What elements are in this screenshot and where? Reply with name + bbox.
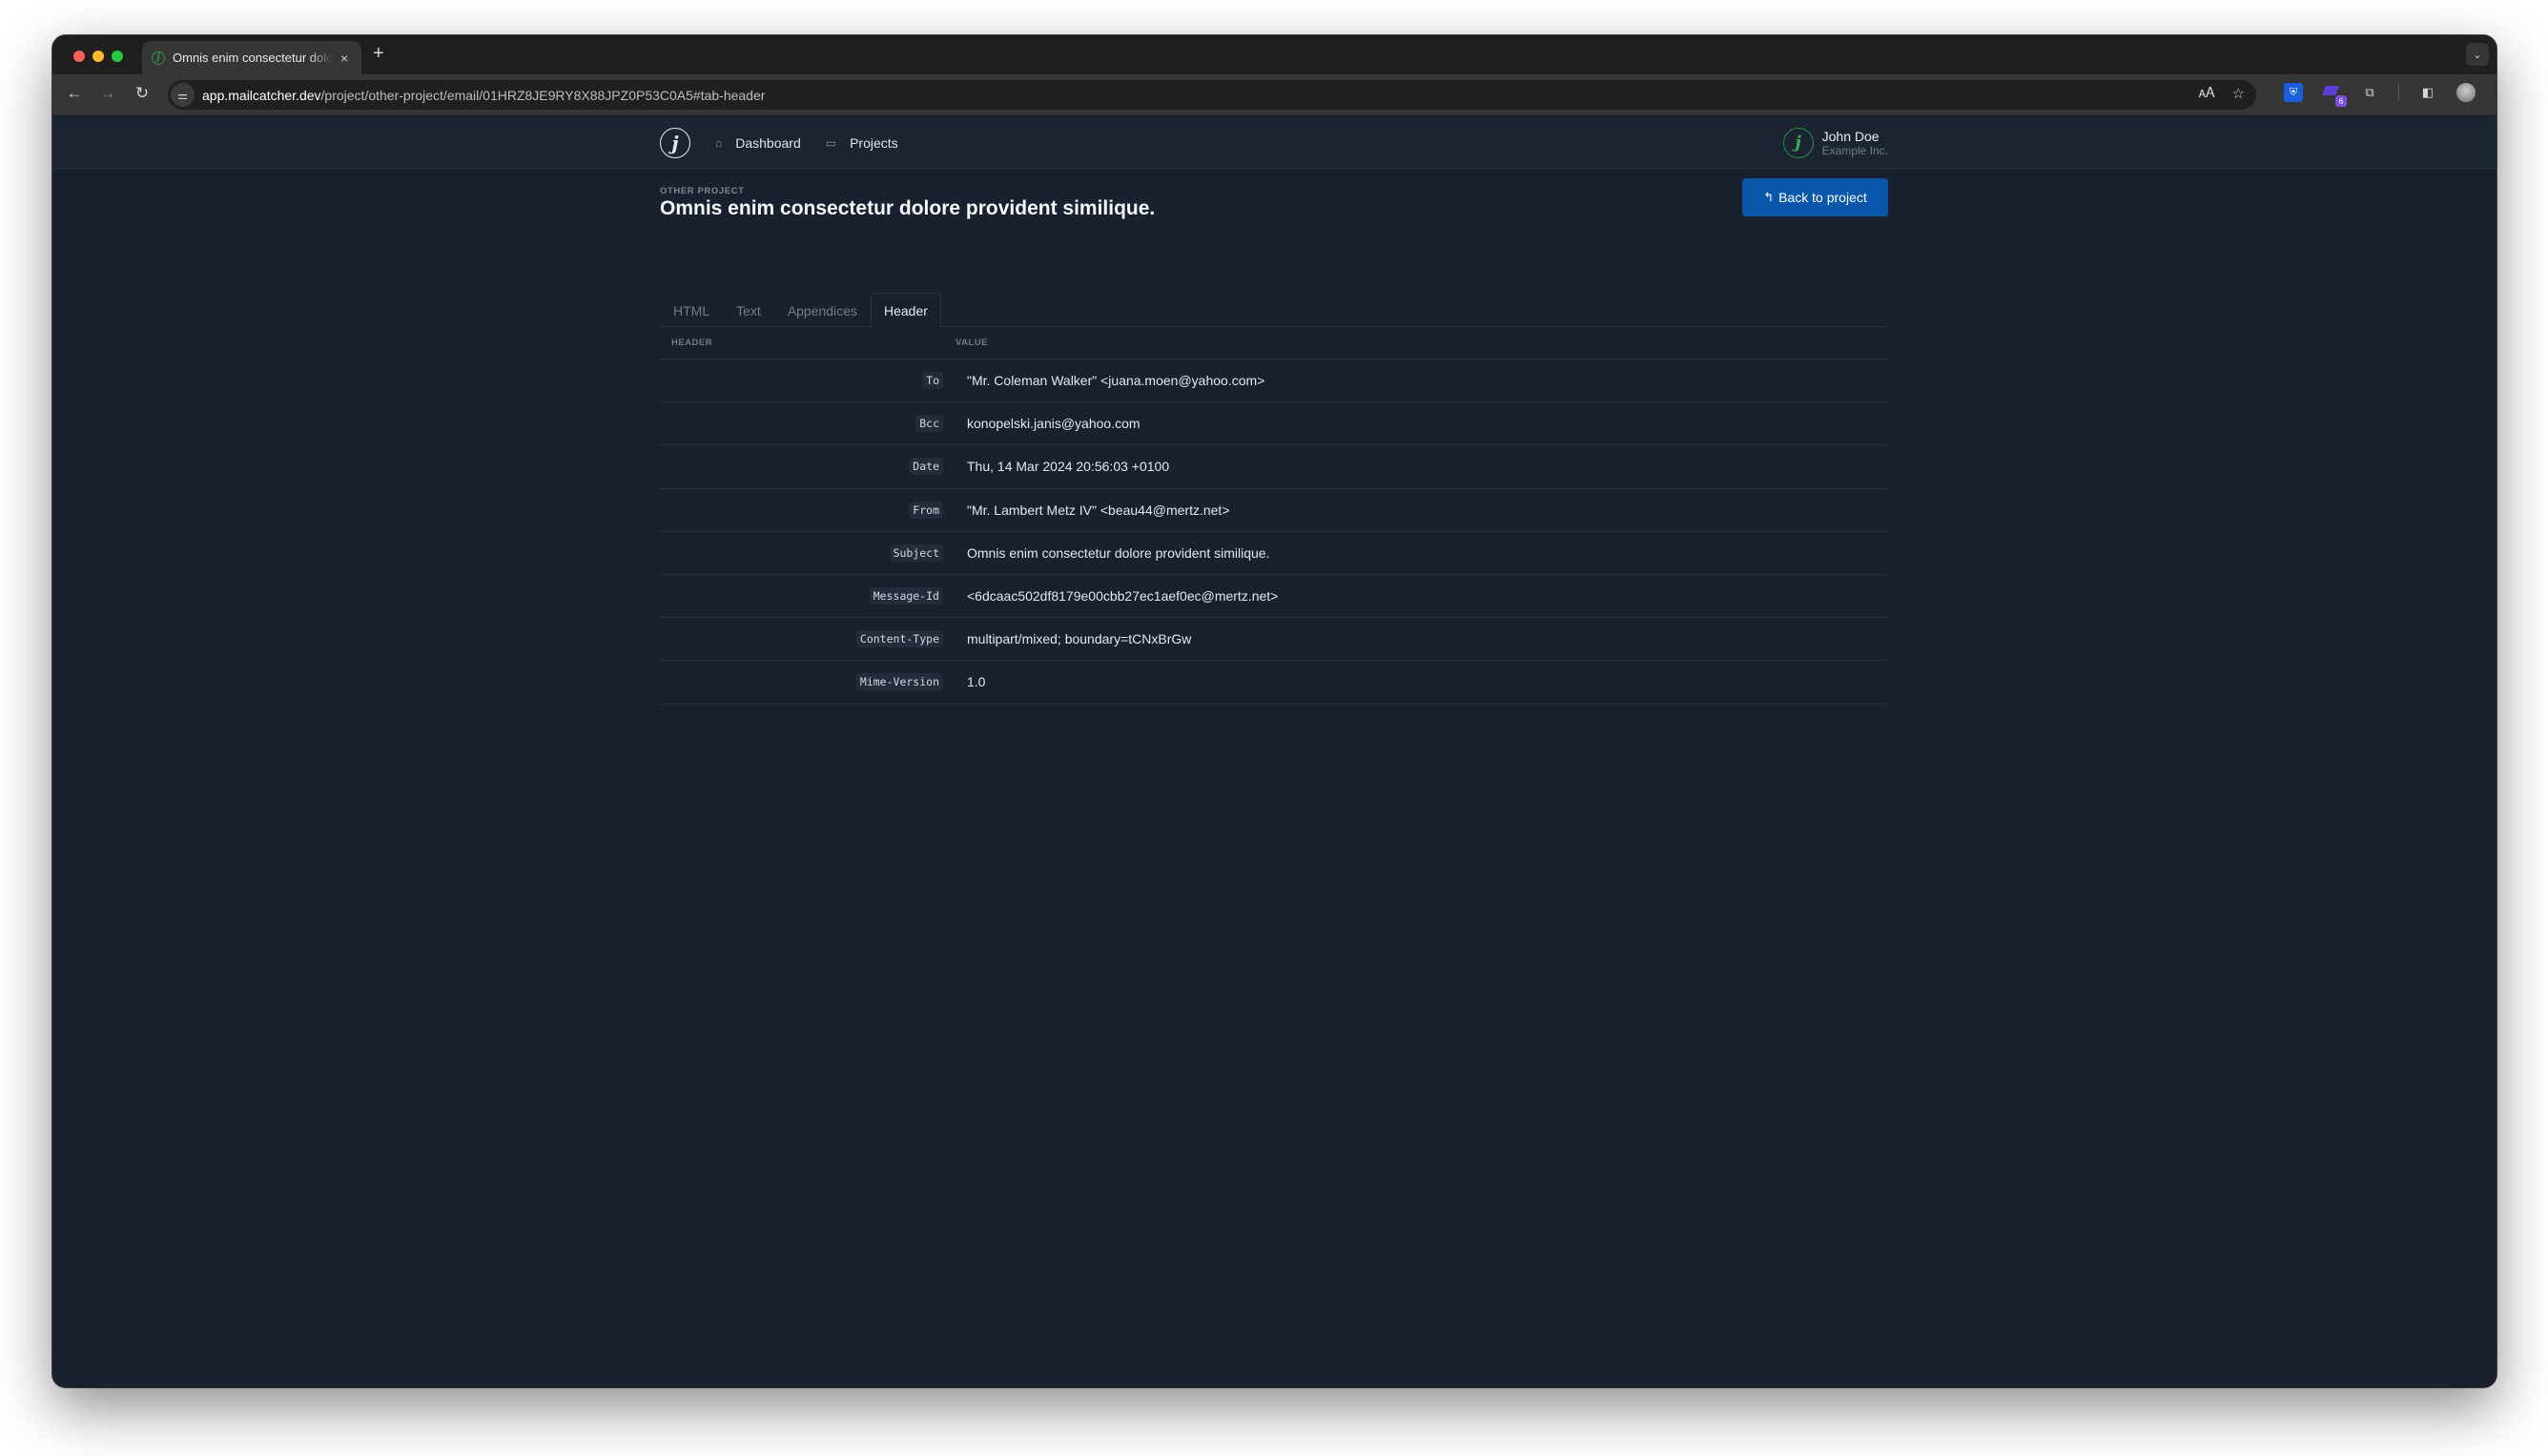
header-key: Date	[909, 458, 943, 476]
header-value: 1.0	[967, 674, 986, 690]
toolbar-separator	[2398, 84, 2399, 101]
email-tabs: HTML Text Appendices Header	[660, 293, 1888, 327]
column-header-value: VALUE	[956, 338, 988, 348]
table-row: Subject Omnis enim consectetur dolore pr…	[660, 532, 1888, 575]
header-key: Subject	[889, 543, 943, 562]
header-key: Message-Id	[869, 587, 943, 605]
header-key: Mime-Version	[855, 673, 943, 691]
header-key: From	[909, 501, 943, 519]
page-title: Omnis enim consectetur dolore provident …	[660, 197, 1156, 219]
header-value: "Mr. Coleman Walker" <juana.moen@yahoo.c…	[967, 373, 1265, 389]
user-avatar-icon: j	[1782, 127, 1814, 158]
purple-extension-icon[interactable]: 6	[2322, 83, 2347, 107]
back-arrow-icon[interactable]: ←	[64, 84, 85, 103]
bookmark-star-icon[interactable]: ☆	[2232, 85, 2245, 102]
side-panel-icon[interactable]: ◧	[2418, 83, 2437, 102]
header-value: "Mr. Lambert Metz IV" <beau44@mertz.net>	[967, 502, 1230, 518]
window-close-button[interactable]	[73, 51, 85, 62]
extension-badge: 6	[2335, 95, 2347, 107]
project-eyebrow: OTHER PROJECT	[660, 186, 745, 196]
user-menu[interactable]: j John Doe Example Inc.	[1782, 127, 1888, 158]
favicon-icon: j	[152, 51, 165, 65]
header-key: To	[922, 372, 943, 390]
window-minimize-button[interactable]	[92, 51, 104, 62]
table-header-row: HEADER VALUE	[660, 327, 1888, 359]
headers-table: HEADER VALUE To "Mr. Coleman Walker" <ju…	[660, 327, 1888, 705]
page-header: OTHER PROJECT Omnis enim consectetur dol…	[660, 178, 1888, 234]
table-row: Bcc konopelski.janis@yahoo.com	[660, 402, 1888, 446]
user-org: Example Inc.	[1821, 143, 1888, 157]
header-value: <6dcaac502df8179e00cbb27ec1aef0ec@mertz.…	[967, 588, 1279, 605]
header-key: Bcc	[915, 415, 943, 433]
tab-html[interactable]: HTML	[660, 293, 723, 327]
browser-titlebar: j Omnis enim consectetur dolore providen…	[52, 35, 2497, 74]
close-tab-icon[interactable]: ×	[340, 51, 348, 66]
table-row: Date Thu, 14 Mar 2024 20:56:03 +0100	[660, 445, 1888, 489]
user-name: John Doe	[1821, 128, 1880, 144]
tab-text[interactable]: Text	[723, 293, 774, 327]
app-logo-icon[interactable]: j	[660, 127, 690, 158]
return-arrow-icon: ↰	[1763, 190, 1775, 204]
browser-tab-title: Omnis enim consectetur dolore provident …	[173, 51, 333, 65]
bitwarden-extension-icon[interactable]: ⛨	[2284, 83, 2303, 102]
nav-projects[interactable]: ▭ Projects	[826, 135, 898, 151]
back-to-project-label: Back to project	[1778, 190, 1867, 205]
folder-icon: ▭	[825, 135, 837, 150]
browser-toolbar: ← → ↻ ⚌ app.mailcatcher.dev/project/othe…	[52, 74, 2497, 115]
nav-dashboard[interactable]: ⌂ Dashboard	[715, 135, 801, 151]
nav-dashboard-label: Dashboard	[735, 134, 801, 151]
header-key: Content-Type	[855, 630, 943, 648]
header-value: multipart/mixed; boundary=tCNxBrGw	[967, 631, 1192, 647]
tab-header[interactable]: Header	[870, 293, 941, 327]
new-tab-button[interactable]: +	[373, 43, 384, 65]
table-row: From "Mr. Lambert Metz IV" <beau44@mertz…	[660, 489, 1888, 532]
app-viewport: j ⌂ Dashboard ▭ Projects j John Doe Exam…	[52, 116, 2497, 1387]
url-text[interactable]: app.mailcatcher.dev/project/other-projec…	[202, 88, 765, 103]
column-header-header: HEADER	[671, 338, 713, 348]
browser-window: j Omnis enim consectetur dolore providen…	[52, 35, 2497, 1387]
url-host: app.mailcatcher.dev	[202, 87, 321, 103]
url-path: /project/other-project/email/01HRZ8JE9RY…	[320, 87, 766, 103]
browser-tab[interactable]: j Omnis enim consectetur dolore providen…	[142, 41, 361, 74]
table-row: Message-Id <6dcaac502df8179e00cbb27ec1ae…	[660, 575, 1888, 619]
tab-appendices[interactable]: Appendices	[774, 293, 871, 327]
window-maximize-button[interactable]	[112, 51, 123, 62]
extensions-puzzle-icon[interactable]: ⧉	[2360, 83, 2379, 102]
table-row: Content-Type multipart/mixed; boundary=t…	[660, 618, 1888, 662]
translate-icon[interactable]: 🗚	[2199, 85, 2215, 102]
profile-avatar-icon[interactable]	[2456, 83, 2476, 102]
header-value: konopelski.janis@yahoo.com	[967, 416, 1140, 432]
tab-search-button[interactable]: ⌄	[2466, 43, 2489, 66]
table-row: To "Mr. Coleman Walker" <juana.moen@yaho…	[660, 359, 1888, 403]
app-navbar: j ⌂ Dashboard ▭ Projects j John Doe Exam…	[52, 116, 2497, 169]
address-bar[interactable]: ⚌ app.mailcatcher.dev/project/other-proj…	[168, 80, 2256, 110]
back-to-project-button[interactable]: ↰ Back to project	[1742, 178, 1888, 216]
site-settings-icon[interactable]: ⚌	[171, 83, 195, 107]
header-value: Omnis enim consectetur dolore provident …	[967, 544, 1270, 561]
nav-projects-label: Projects	[850, 134, 898, 151]
reload-icon[interactable]: ↻	[132, 84, 153, 103]
table-row: Mime-Version 1.0	[660, 661, 1888, 705]
browser-menu-icon[interactable]: ⋮	[2495, 83, 2497, 102]
home-icon: ⌂	[715, 135, 723, 150]
forward-arrow-icon[interactable]: →	[97, 84, 118, 103]
header-value: Thu, 14 Mar 2024 20:56:03 +0100	[967, 459, 1170, 475]
